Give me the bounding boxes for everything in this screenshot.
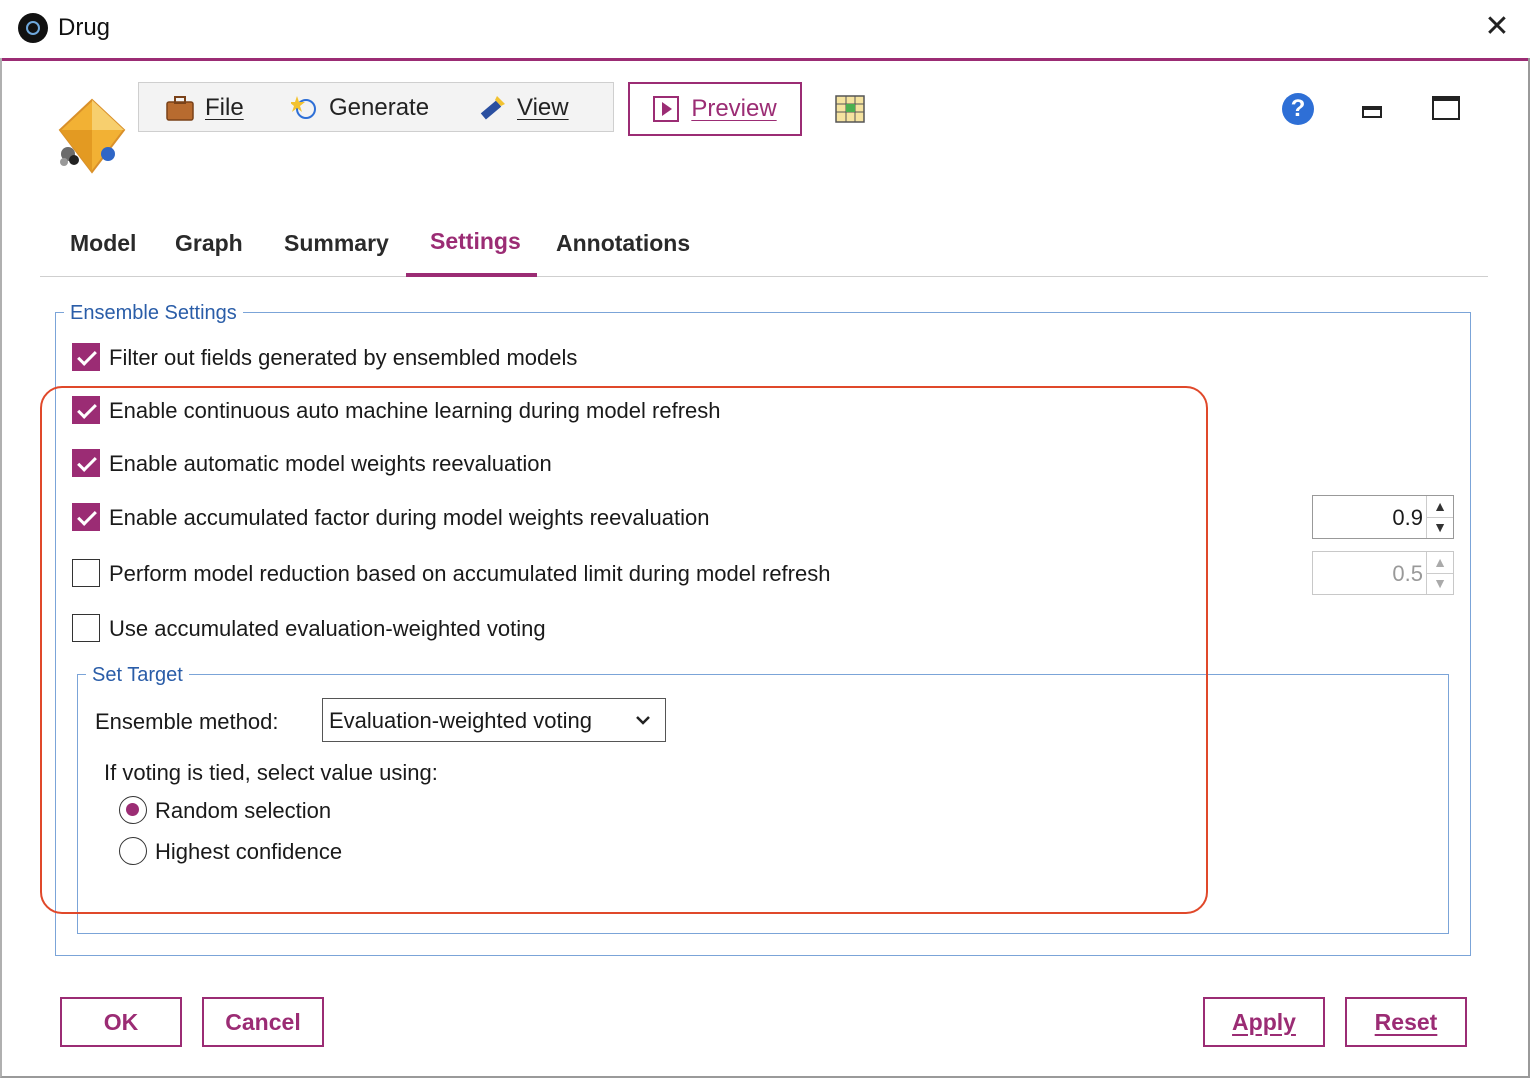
filter-fields-label: Filter out fields generated by ensembled… [109, 345, 578, 370]
minimize-icon[interactable] [1362, 106, 1382, 118]
spinner-arrows: ▲ ▼ [1426, 496, 1453, 538]
view-menu-label: View [517, 94, 569, 121]
reset-button[interactable]: Reset [1345, 997, 1467, 1047]
title-separator [2, 58, 1528, 61]
ok-button[interactable]: OK [60, 997, 182, 1047]
file-menu-button[interactable]: File [165, 91, 244, 125]
close-button[interactable]: ✕ [1480, 10, 1514, 44]
flashlight-icon [480, 96, 505, 120]
maximize-icon[interactable] [1432, 96, 1460, 120]
generate-star-icon [291, 96, 316, 119]
apply-button[interactable]: Apply [1203, 997, 1325, 1047]
title-bar [0, 0, 1530, 58]
ensemble-node-icon [58, 98, 126, 174]
tab-model[interactable]: Model [70, 230, 136, 257]
menu-toolbar: File Generate View [138, 82, 614, 132]
cancel-button[interactable]: Cancel [202, 997, 324, 1047]
accumulated-factor-value: 0.9 [1392, 505, 1423, 530]
spinner-up-icon[interactable]: ▲ [1427, 496, 1453, 518]
app-globe-icon [18, 13, 48, 43]
accumulated-limit-value: 0.5 [1392, 561, 1423, 586]
table-output-icon[interactable] [834, 94, 866, 124]
active-tab-indicator [406, 273, 537, 277]
tab-annotations[interactable]: Annotations [556, 230, 690, 257]
spinner-down-icon[interactable]: ▼ [1427, 517, 1453, 538]
tab-graph[interactable]: Graph [175, 230, 243, 257]
spinner-arrows: ▲ ▼ [1426, 552, 1453, 594]
help-icon[interactable]: ? [1282, 93, 1314, 125]
spinner-down-icon: ▼ [1433, 575, 1447, 591]
spinner-up-icon: ▲ [1427, 552, 1453, 574]
window-title: Drug [58, 14, 111, 41]
accumulated-limit-spinner: 0.5 ▲ ▼ [1312, 551, 1454, 595]
highlight-annotation [40, 386, 1208, 914]
generate-menu-button[interactable]: Generate [291, 91, 429, 125]
preview-button[interactable]: Preview [628, 82, 802, 136]
filter-fields-checkbox[interactable] [72, 343, 100, 371]
tab-divider [40, 276, 1488, 277]
ensemble-settings-legend: Ensemble Settings [64, 302, 243, 325]
generate-menu-label: Generate [329, 94, 430, 121]
preview-label: Preview [691, 95, 777, 122]
file-menu-label: File [205, 94, 244, 121]
play-icon [653, 96, 680, 122]
view-menu-button[interactable]: View [477, 91, 569, 125]
tab-settings[interactable]: Settings [430, 228, 521, 255]
accumulated-factor-spinner[interactable]: 0.9 ▲ ▼ [1312, 495, 1454, 539]
briefcase-icon [166, 96, 194, 121]
tab-summary[interactable]: Summary [284, 230, 389, 257]
